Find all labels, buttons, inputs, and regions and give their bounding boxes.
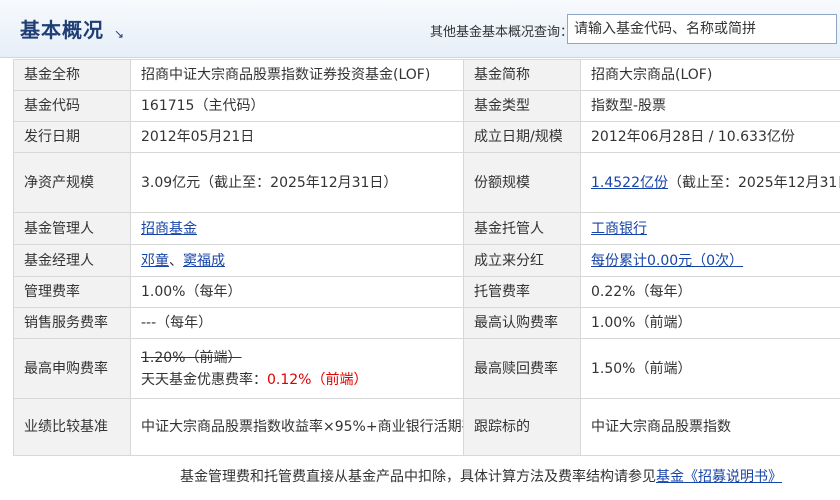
footnote-text: 基金管理费和托管费直接从基金产品中扣除，具体计算方法及费率结构请参见 <box>180 469 656 485</box>
label-max-redeem: 最高赎回费率 <box>463 338 581 399</box>
label-manager-company: 基金管理人 <box>13 212 131 245</box>
discount-label: 天天基金优惠费率： <box>141 371 267 388</box>
discount-rate: 0.12%（前端） <box>267 371 368 388</box>
table-row: 业绩比较基准 中证大宗商品股票指数收益率×95%+商业银行活期存款利率(税后)×… <box>13 398 840 456</box>
value-issue-date: 2012年05月21日 <box>130 121 464 153</box>
prospectus-link[interactable]: 基金《招募说明书》 <box>656 469 782 485</box>
label-custody-fee: 托管费率 <box>463 276 581 308</box>
shares-date: （截止至：2025年12月31日） <box>668 174 840 191</box>
fund-manager-link-2[interactable]: 窦福成 <box>183 253 225 269</box>
label-mgmt-fee: 管理费率 <box>13 276 131 308</box>
label-establish: 成立日期/规模 <box>463 121 581 153</box>
value-net-assets: 3.09亿元（截止至：2025年12月31日） <box>130 152 464 213</box>
label-custodian: 基金托管人 <box>463 212 581 245</box>
value-benchmark: 中证大宗商品股票指数收益率×95%+商业银行活期存款利率(税后)×5% <box>130 398 464 456</box>
value-fund-managers: 邓童、窦福成 <box>130 244 464 277</box>
table-row: 最高申购费率 1.20%（前端） 天天基金优惠费率：0.12%（前端） 最高赎回费… <box>13 338 840 399</box>
table-row: 发行日期 2012年05月21日 成立日期/规模 2012年06月28日 / 1… <box>13 121 840 153</box>
label-max-subscribe: 最高认购费率 <box>463 307 581 339</box>
value-code: 161715（主代码） <box>130 90 464 122</box>
label-short-name: 基金简称 <box>463 59 581 91</box>
custodian-link[interactable]: 工商银行 <box>591 221 647 237</box>
section-title: 基本概况 <box>20 18 104 42</box>
original-purchase-rate: 1.20%（前端） <box>141 349 242 366</box>
label-shares: 份额规模 <box>463 152 581 213</box>
manager-company-link[interactable]: 招商基金 <box>141 221 197 237</box>
manager-separator: 、 <box>169 252 183 269</box>
discount-line: 天天基金优惠费率：0.12%（前端） <box>141 369 453 391</box>
fund-info-table: 基金全称 招商中证大宗商品股票指数证券投资基金(LOF) 基金简称 招商大宗商品… <box>13 59 840 456</box>
label-sales-fee: 销售服务费率 <box>13 307 131 339</box>
fund-manager-link-1[interactable]: 邓童 <box>141 253 169 269</box>
label-issue-date: 发行日期 <box>13 121 131 153</box>
value-custody-fee: 0.22%（每年） <box>580 276 840 308</box>
label-benchmark: 业绩比较基准 <box>13 398 131 456</box>
value-dividends: 每份累计0.00元（0次） <box>580 244 840 277</box>
value-short-name: 招商大宗商品(LOF) <box>580 59 840 91</box>
value-mgmt-fee: 1.00%（每年） <box>130 276 464 308</box>
label-max-purchase: 最高申购费率 <box>13 338 131 399</box>
table-row: 管理费率 1.00%（每年） 托管费率 0.22%（每年） <box>13 276 840 308</box>
label-tracking: 跟踪标的 <box>463 398 581 456</box>
value-custodian: 工商银行 <box>580 212 840 245</box>
value-full-name: 招商中证大宗商品股票指数证券投资基金(LOF) <box>130 59 464 91</box>
label-net-assets: 净资产规模 <box>13 152 131 213</box>
value-max-redeem: 1.50%（前端） <box>580 338 840 399</box>
table-row: 基金管理人 招商基金 基金托管人 工商银行 <box>13 212 840 245</box>
value-max-purchase: 1.20%（前端） 天天基金优惠费率：0.12%（前端） <box>130 338 464 399</box>
value-tracking: 中证大宗商品股票指数 <box>580 398 840 456</box>
label-type: 基金类型 <box>463 90 581 122</box>
fee-footnote: 基金管理费和托管费直接从基金产品中扣除，具体计算方法及费率结构请参见基金《招募说… <box>180 466 782 486</box>
value-type: 指数型-股票 <box>580 90 840 122</box>
label-fund-managers: 基金经理人 <box>13 244 131 277</box>
label-code: 基金代码 <box>13 90 131 122</box>
arrow-icon[interactable]: ↘ <box>114 27 124 41</box>
table-row: 基金经理人 邓童、窦福成 成立来分红 每份累计0.00元（0次） <box>13 244 840 277</box>
value-manager-company: 招商基金 <box>130 212 464 245</box>
table-row: 销售服务费率 ---（每年） 最高认购费率 1.00%（前端） <box>13 307 840 339</box>
dividends-link[interactable]: 每份累计0.00元（0次） <box>591 253 743 269</box>
table-row: 净资产规模 3.09亿元（截止至：2025年12月31日） 份额规模 1.452… <box>13 152 840 213</box>
table-row: 基金代码 161715（主代码） 基金类型 指数型-股票 <box>13 90 840 122</box>
table-row: 基金全称 招商中证大宗商品股票指数证券投资基金(LOF) 基金简称 招商大宗商品… <box>13 59 840 91</box>
label-dividends: 成立来分红 <box>463 244 581 277</box>
value-max-subscribe: 1.00%（前端） <box>580 307 840 339</box>
shares-link[interactable]: 1.4522亿份 <box>591 175 668 191</box>
label-full-name: 基金全称 <box>13 59 131 91</box>
fund-search-input[interactable] <box>567 14 837 44</box>
section-header: 基本概况 ↘ 其他基金基本概况查询： <box>0 0 840 58</box>
value-sales-fee: ---（每年） <box>130 307 464 339</box>
search-label: 其他基金基本概况查询： <box>430 25 574 40</box>
value-establish: 2012年06月28日 / 10.633亿份 <box>580 121 840 153</box>
value-shares: 1.4522亿份（截止至：2025年12月31日） <box>580 152 840 213</box>
